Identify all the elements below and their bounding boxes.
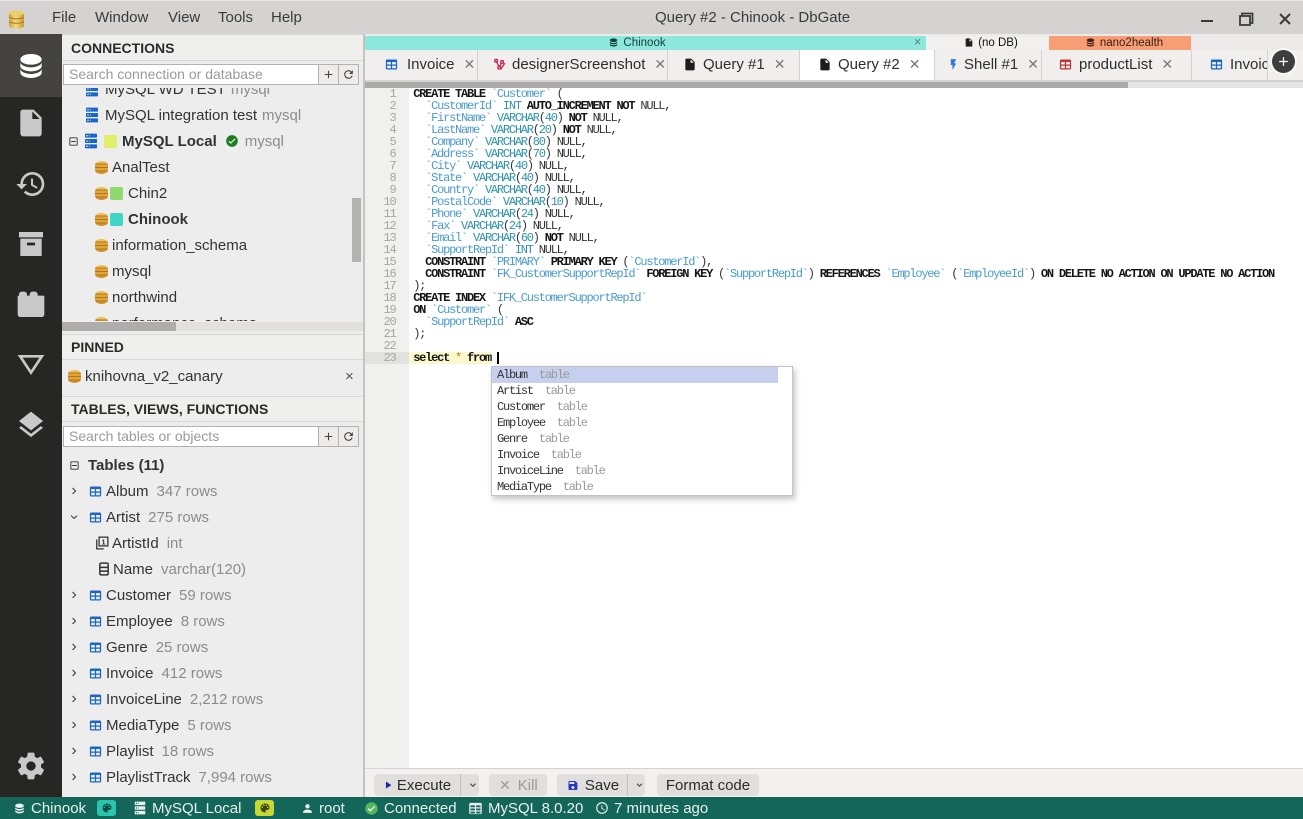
svg-text:1: 1 [101, 537, 105, 546]
